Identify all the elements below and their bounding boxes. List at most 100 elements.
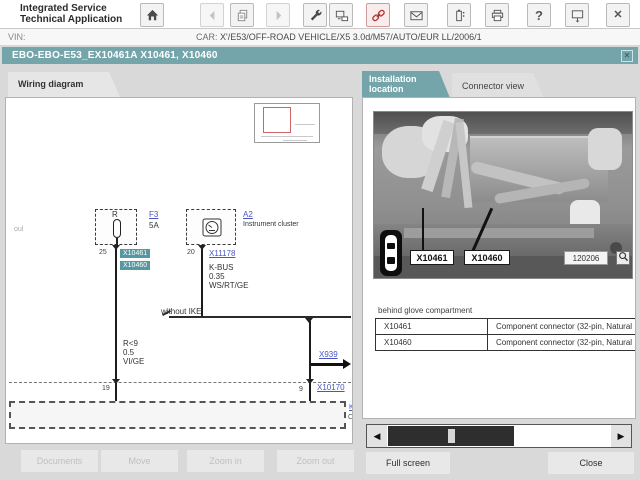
fuse-wire [115, 245, 117, 415]
printer-icon [490, 8, 505, 23]
scroll-left-icon: ◀ [374, 431, 381, 442]
home-button[interactable] [140, 3, 164, 27]
voltage-button[interactable] [447, 3, 471, 27]
connector-id-cell: X10461 [376, 319, 488, 334]
zoom-out-button[interactable]: Zoom out [277, 450, 354, 472]
table-row[interactable]: X10460 Component connector (32-pin, Natu… [376, 335, 636, 351]
service-functions-button[interactable] [303, 3, 327, 27]
vin-bar: VIN: CAR: X'/E53/OFF-ROAD VEHICLE/X5 3.0… [0, 29, 640, 46]
app-header: Integrated Service Technical Application… [0, 0, 640, 29]
cluster-pin-number: 20 [187, 249, 195, 256]
cluster-component-box[interactable] [186, 209, 236, 245]
highlighted-connector-x10461[interactable]: X10461 [120, 249, 150, 258]
module-caption: Coi [348, 414, 353, 421]
close-label: Close [579, 458, 602, 468]
tab-connector-view[interactable]: Connector view [452, 73, 544, 98]
minimize-display-button[interactable] [565, 3, 589, 27]
connector-arrow [198, 245, 206, 250]
installation-location-panel: X10461 X10460 120206 behind glove compar… [362, 97, 636, 419]
print-button[interactable] [485, 3, 509, 27]
close-app-button[interactable]: ✕ [606, 3, 630, 27]
fuse-pin-number: 25 [99, 249, 107, 256]
minimap-viewport-rect[interactable] [263, 107, 291, 133]
move-button[interactable]: Move [101, 450, 178, 472]
magnifier-button[interactable] [616, 251, 630, 265]
bottom-connector-link[interactable]: X10170 [317, 383, 345, 392]
scroll-right-icon: ▶ [618, 431, 625, 442]
photo-label-x10460: X10460 [464, 250, 510, 265]
wire-name: R<9 [123, 339, 144, 348]
tab-wiring-diagram[interactable]: Wiring diagram [8, 72, 120, 97]
fuse-wire-spec: R<9 0.5 VI/GE [123, 339, 144, 366]
car-value: X'/E53/OFF-ROAD VEHICLE/X5 3.0d/M57/AUTO… [220, 32, 482, 42]
car-label: CAR: [196, 32, 218, 42]
fuse-component-box[interactable]: R [95, 209, 137, 245]
app-title-line1: Integrated Service [20, 3, 122, 14]
module-id-link[interactable]: K15 [349, 404, 353, 411]
fuse-id-link[interactable]: F3 [149, 210, 158, 219]
bus-size: 0.35 [209, 272, 248, 281]
connection-link-icon [371, 8, 386, 23]
back-button[interactable] [200, 3, 224, 27]
annotation-arrow-x10461 [422, 208, 424, 250]
zoom-in-label: Zoom in [209, 456, 242, 466]
vin-label: VIN: [8, 32, 26, 42]
photo-highlight [588, 128, 622, 170]
forward-button[interactable] [266, 3, 290, 27]
scroll-right-button[interactable]: ▶ [611, 425, 631, 447]
help-button[interactable]: ? [527, 3, 551, 27]
minimap-sketch-line [283, 140, 307, 141]
move-label: Move [128, 456, 150, 466]
fuse-lead [116, 238, 118, 245]
full-screen-label: Full screen [386, 458, 430, 468]
highlighted-connector-x10460[interactable]: X10460 [120, 261, 150, 270]
scroll-left-button[interactable]: ◀ [367, 425, 387, 447]
wiring-diagram-panel[interactable]: oul R F3 5A A2 Instrument cluster 25 X10… [5, 97, 353, 444]
offpage-arrow [311, 363, 343, 366]
workshop-documents-button[interactable] [230, 3, 254, 27]
minimap-sketch-line [261, 136, 313, 137]
connection-status-button[interactable] [366, 3, 390, 27]
photo-label-x10461: X10461 [410, 250, 454, 265]
cluster-name: Instrument cluster [243, 221, 299, 228]
overview-minimap[interactable] [254, 103, 320, 143]
fuse-symbol-label: R [112, 210, 118, 219]
connector-id-cell: X10460 [376, 335, 488, 350]
variant-note: without IKE [161, 307, 201, 316]
connector-table: X10461 Component connector (32-pin, Natu… [375, 318, 636, 351]
fuse-rating: 5A [149, 221, 159, 230]
bottom-left-pin: 19 [102, 385, 110, 392]
magnifier-icon [618, 249, 629, 267]
installation-photo[interactable]: X10461 X10460 120206 [373, 111, 633, 279]
photo-shelf-edge [404, 228, 594, 238]
cluster-connector-link[interactable]: X11178 [209, 249, 235, 258]
documents-button[interactable]: Documents [21, 450, 98, 472]
measuring-devices-button[interactable] [329, 3, 353, 27]
back-arrow-icon [205, 8, 220, 23]
cluster-id-link[interactable]: A2 [243, 210, 253, 219]
messages-button[interactable] [404, 3, 428, 27]
bus-line [169, 316, 351, 318]
control-module-box[interactable] [9, 401, 346, 429]
battery-icon [452, 8, 467, 23]
full-screen-button[interactable]: Full screen [366, 452, 450, 474]
bus-color: WS/RT/GE [209, 281, 248, 290]
horizontal-scrollbar[interactable]: ◀ ▶ [366, 424, 632, 448]
location-caption: behind glove compartment [378, 306, 472, 315]
document-close-icon[interactable]: ✕ [621, 50, 633, 62]
close-button[interactable]: Close [548, 452, 634, 474]
module-boundary-line [9, 382, 351, 383]
wire-color: VI/GE [123, 357, 144, 366]
app-title: Integrated Service Technical Application [20, 3, 122, 25]
tab-connector-label: Connector view [462, 81, 524, 91]
minimap-sketch-line [295, 124, 315, 125]
car-line: CAR: X'/E53/OFF-ROAD VEHICLE/X5 3.0d/M57… [196, 32, 482, 42]
branch-connector-link[interactable]: X939 [319, 350, 338, 359]
devices-icon [334, 8, 349, 23]
scrollbar-thumb[interactable] [388, 426, 514, 446]
clipped-edge-label: oul [14, 226, 23, 233]
tab-installation-location[interactable]: Installation location [362, 71, 450, 98]
zoom-in-button[interactable]: Zoom in [187, 450, 264, 472]
table-row[interactable]: X10461 Component connector (32-pin, Natu… [376, 319, 636, 335]
document-title-bar: EBO-EBO-E53_EX10461A X10461, X10460 ✕ [2, 47, 638, 64]
